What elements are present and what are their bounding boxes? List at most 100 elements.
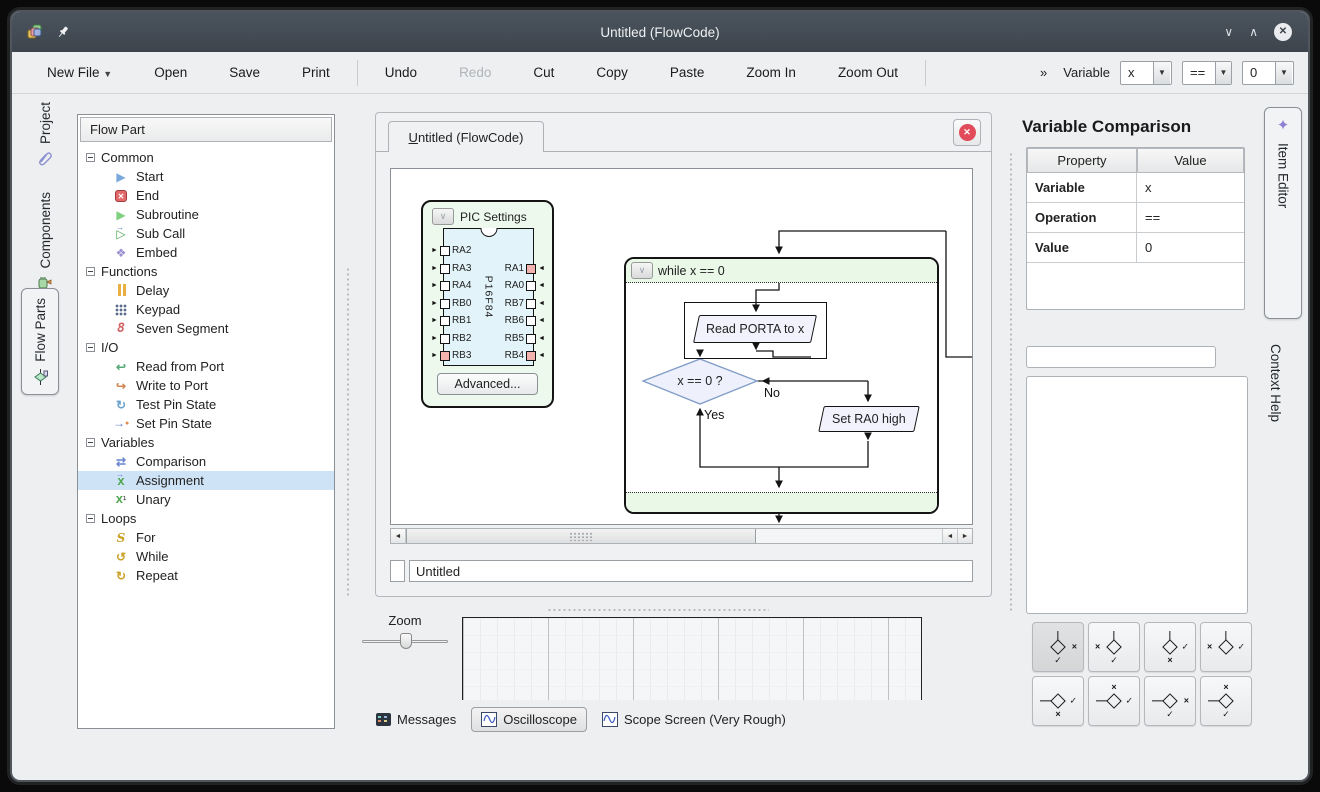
tree-group-io[interactable]: I/O (78, 338, 334, 357)
pin-RA1[interactable] (526, 264, 536, 274)
name-row-button[interactable] (390, 560, 405, 582)
read-porta-block[interactable]: Read PORTA to x (693, 315, 817, 343)
zoom-slider[interactable] (362, 632, 448, 650)
tab-item-editor[interactable]: ✦ Item Editor (1264, 107, 1302, 319)
paste-button[interactable]: Paste (649, 65, 726, 80)
pin-RB1[interactable] (440, 316, 450, 326)
collapse-icon[interactable] (86, 514, 95, 523)
zoom-in-button[interactable]: Zoom In (725, 65, 817, 80)
tab-project[interactable]: Project (26, 102, 64, 166)
scroll-left-icon[interactable]: ◄ (942, 529, 957, 543)
minimize-icon[interactable]: ∨ (1224, 25, 1233, 39)
orientation-button-entry-top-no-right-yes-bottom[interactable] (1032, 622, 1084, 672)
horizontal-scrollbar[interactable]: ◄ ◄ ► (390, 528, 973, 544)
variable-combobox-value[interactable]: x (1121, 62, 1153, 84)
value-column-header[interactable]: Value (1137, 148, 1244, 173)
tree-item-keypad[interactable]: Keypad (78, 300, 334, 319)
scroll-left-icon[interactable]: ◄ (391, 529, 406, 543)
pin-RB0[interactable] (440, 299, 450, 309)
orientation-button-entry-left-no-right-yes-bottom[interactable] (1144, 676, 1196, 726)
splitter-handle[interactable] (346, 267, 350, 597)
pin-icon[interactable] (56, 25, 70, 39)
tree-item-start[interactable]: Start (78, 167, 334, 186)
tree-item-seven-segment[interactable]: Seven Segment (78, 319, 334, 338)
undo-button[interactable]: Undo (364, 65, 438, 80)
advanced-button[interactable]: Advanced... (437, 373, 538, 395)
tree-group-functions[interactable]: Functions (78, 262, 334, 281)
tree-item-embed[interactable]: Embed (78, 243, 334, 262)
item-editor-list[interactable] (1026, 376, 1248, 614)
tab-components[interactable]: Components (26, 192, 64, 290)
tree-item-delay[interactable]: Delay (78, 281, 334, 300)
pin-RA4[interactable] (440, 281, 450, 291)
print-button[interactable]: Print (281, 65, 351, 80)
orientation-button-entry-left-no-top-yes-bottom[interactable] (1200, 676, 1252, 726)
tree-item-read-from-port[interactable]: Read from Port (78, 357, 334, 376)
collapse-chevron-button[interactable]: ∨ (631, 262, 653, 279)
splitter-handle[interactable] (1009, 152, 1013, 612)
tree-item-set-pin-state[interactable]: Set Pin State (78, 414, 334, 433)
table-row[interactable]: Variable x (1027, 173, 1244, 203)
collapse-icon[interactable] (86, 153, 95, 162)
chevron-down-icon[interactable]: ▼ (1215, 62, 1231, 84)
table-row[interactable]: Operation == (1027, 203, 1244, 233)
tree-item-write-to-port[interactable]: Write to Port (78, 376, 334, 395)
scrollbar-track[interactable] (756, 529, 942, 543)
property-column-header[interactable]: Property (1027, 148, 1137, 173)
operation-combobox-value[interactable]: == (1183, 62, 1215, 84)
pin-RB2[interactable] (440, 334, 450, 344)
collapse-icon[interactable] (86, 438, 95, 447)
orientation-button-entry-left-yes-right-no-bottom[interactable] (1032, 676, 1084, 726)
chevron-down-icon[interactable]: ▼ (1275, 62, 1292, 84)
collapse-icon[interactable] (86, 267, 95, 276)
value-combobox[interactable]: 0 ▼ (1242, 61, 1294, 85)
orientation-button-entry-top-yes-right-no-bottom[interactable] (1144, 622, 1196, 672)
maximize-icon[interactable]: ∧ (1249, 25, 1258, 39)
pin-RB3[interactable] (440, 351, 450, 361)
tree-item-repeat[interactable]: Repeat (78, 566, 334, 585)
scroll-right-icon[interactable]: ► (957, 529, 972, 543)
value-combobox-value[interactable]: 0 (1243, 62, 1275, 84)
zoom-slider-thumb[interactable] (400, 633, 412, 649)
pin-RB6[interactable] (526, 316, 536, 326)
orientation-button-entry-left-no-top-yes-right[interactable] (1088, 676, 1140, 726)
new-file-dropdown-icon[interactable]: ▼ (103, 69, 112, 79)
splitter-handle[interactable] (547, 608, 769, 612)
document-name-field[interactable]: Untitled (409, 560, 973, 582)
tab-context-help[interactable]: Context Help (1268, 344, 1283, 422)
tab-messages[interactable]: Messages (367, 708, 465, 731)
collapse-icon[interactable] (86, 343, 95, 352)
tree-item-for[interactable]: For (78, 528, 334, 547)
toolbar-overflow-icon[interactable]: » (1040, 65, 1047, 80)
scrollbar-thumb[interactable] (406, 529, 756, 543)
chevron-down-icon[interactable]: ▼ (1153, 62, 1170, 84)
tree-item-end[interactable]: End (78, 186, 334, 205)
document-tab[interactable]: Untitled (FlowCode) (388, 121, 544, 152)
decision-label[interactable]: x == 0 ? (650, 374, 750, 388)
flowchart-canvas[interactable]: ∨ PIC Settings P16F84 ►RA2 ►RA3 RA1◄ ►RA… (390, 168, 973, 525)
table-row[interactable]: Value 0 (1027, 233, 1244, 263)
tree-group-variables[interactable]: Variables (78, 433, 334, 452)
orientation-button-entry-top-no-left-yes-bottom[interactable] (1088, 622, 1140, 672)
pin-RA3[interactable] (440, 264, 450, 274)
pin-RA0[interactable] (526, 281, 536, 291)
pin-RB5[interactable] (526, 334, 536, 344)
collapse-chevron-button[interactable]: ∨ (432, 208, 454, 225)
set-ra0-block[interactable]: Set RA0 high (818, 406, 920, 432)
tab-flow-parts[interactable]: Flow Parts (21, 288, 59, 395)
pin-RB7[interactable] (526, 299, 536, 309)
variable-combobox[interactable]: x ▼ (1120, 61, 1172, 85)
operation-combobox[interactable]: == ▼ (1182, 61, 1232, 85)
cut-button[interactable]: Cut (512, 65, 575, 80)
tree-item-while[interactable]: While (78, 547, 334, 566)
new-file-button[interactable]: New File ▼ (26, 65, 133, 80)
item-editor-input[interactable] (1026, 346, 1216, 368)
tab-oscilloscope[interactable]: Oscilloscope (471, 707, 587, 732)
zoom-out-button[interactable]: Zoom Out (817, 65, 919, 80)
close-tab-button[interactable]: ✕ (953, 119, 981, 146)
tab-scope-screen[interactable]: Scope Screen (Very Rough) (593, 708, 795, 731)
tree-group-loops[interactable]: Loops (78, 509, 334, 528)
tree-item-sub-call[interactable]: Sub Call (78, 224, 334, 243)
copy-button[interactable]: Copy (575, 65, 649, 80)
pic-settings-block[interactable]: ∨ PIC Settings P16F84 ►RA2 ►RA3 RA1◄ ►RA… (421, 200, 554, 408)
